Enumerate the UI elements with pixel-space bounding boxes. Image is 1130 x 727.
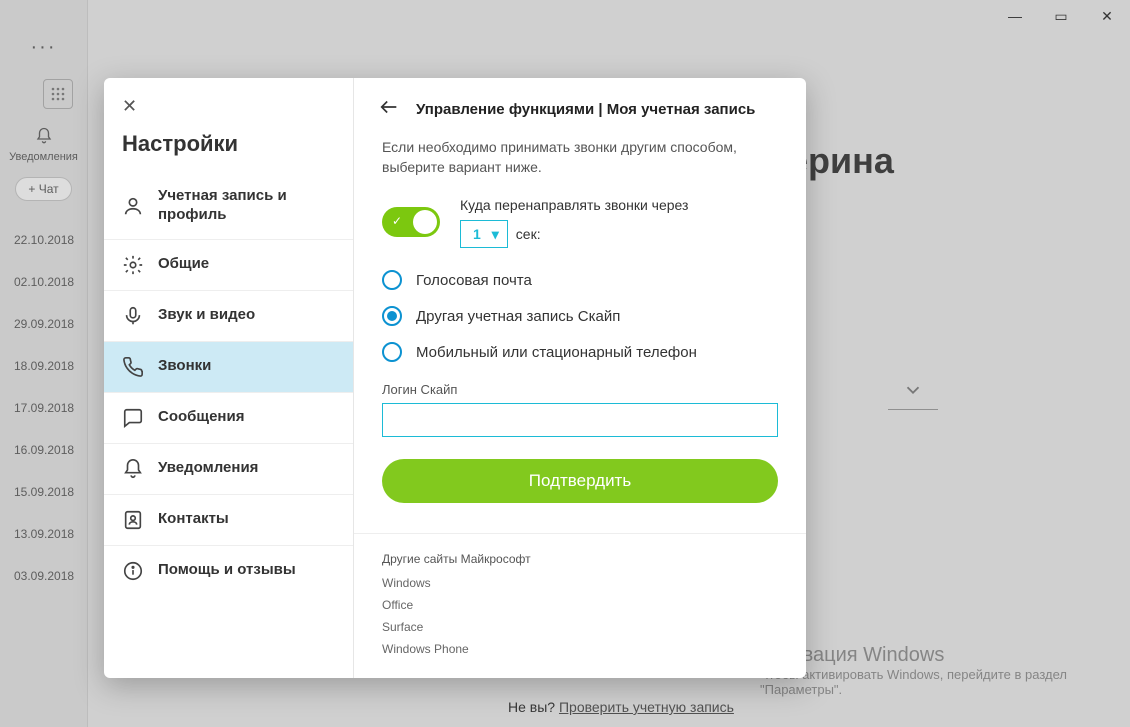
microsoft-links-section: Другие сайты Майкрософт Windows Office S… xyxy=(354,533,806,664)
window-close-button[interactable]: ✕ xyxy=(1084,0,1130,32)
microphone-icon xyxy=(122,305,144,327)
contacts-icon xyxy=(122,509,144,531)
radio-label: Голосовая почта xyxy=(416,272,532,289)
bell-icon xyxy=(122,458,144,480)
nav-item-calling[interactable]: Звонки xyxy=(104,342,353,393)
nav-item-general[interactable]: Общие xyxy=(104,240,353,291)
radio-phone[interactable]: Мобильный или стационарный телефон xyxy=(382,342,778,362)
nav-item-messaging[interactable]: Сообщения xyxy=(104,393,353,444)
radio-voicemail[interactable]: Голосовая почта xyxy=(382,270,778,290)
ms-links-heading: Другие сайты Майкрософт xyxy=(382,552,778,566)
skype-login-label: Логин Скайп xyxy=(382,382,778,397)
radio-icon xyxy=(382,270,402,290)
radio-other-skype[interactable]: Другая учетная запись Скайп xyxy=(382,306,778,326)
window-titlebar: ― ▭ ✕ xyxy=(992,0,1130,32)
nav-label: Сообщения xyxy=(158,408,244,427)
seconds-suffix: сек: xyxy=(516,226,541,242)
nav-item-notifications[interactable]: Уведомления xyxy=(104,444,353,495)
nav-item-audio-video[interactable]: Звук и видео xyxy=(104,291,353,342)
close-icon[interactable]: ✕ xyxy=(122,96,137,116)
nav-label: Звонки xyxy=(158,357,211,376)
forward-label: Куда перенаправлять звонки через xyxy=(460,196,688,215)
nav-item-help[interactable]: Помощь и отзывы xyxy=(104,546,353,596)
back-arrow-icon[interactable] xyxy=(378,96,400,123)
nav-label: Общие xyxy=(158,255,209,274)
instruction-text: Если необходимо принимать звонки другим … xyxy=(382,137,778,178)
radio-label: Мобильный или стационарный телефон xyxy=(416,344,697,361)
nav-label: Учетная запись и профиль xyxy=(158,187,335,225)
settings-heading: Настройки xyxy=(104,123,353,173)
ms-link[interactable]: Windows Phone xyxy=(382,642,778,656)
nav-label: Уведомления xyxy=(158,459,258,478)
settings-modal: ✕ Настройки Учетная запись и профиль Общ… xyxy=(104,78,806,678)
forward-target-radio-group: Голосовая почта Другая учетная запись Ск… xyxy=(382,270,778,362)
info-icon xyxy=(122,560,144,582)
seconds-select[interactable]: 1 xyxy=(460,220,508,248)
skype-login-input[interactable] xyxy=(382,403,778,437)
window-minimize-button[interactable]: ― xyxy=(992,0,1038,32)
radio-icon xyxy=(382,306,402,326)
nav-label: Контакты xyxy=(158,510,229,529)
nav-item-account[interactable]: Учетная запись и профиль xyxy=(104,173,353,240)
confirm-button[interactable]: Подтвердить xyxy=(382,459,778,503)
radio-icon xyxy=(382,342,402,362)
settings-nav: ✕ Настройки Учетная запись и профиль Общ… xyxy=(104,78,354,678)
radio-label: Другая учетная запись Скайп xyxy=(416,308,620,325)
window-maximize-button[interactable]: ▭ xyxy=(1038,0,1084,32)
user-icon xyxy=(122,195,144,217)
ms-link[interactable]: Surface xyxy=(382,620,778,634)
content-title: Управление функциями | Моя учетная запис… xyxy=(416,101,755,118)
chat-icon xyxy=(122,407,144,429)
nav-label: Помощь и отзывы xyxy=(158,561,296,580)
gear-icon xyxy=(122,254,144,276)
phone-icon xyxy=(122,356,144,378)
call-forward-toggle[interactable]: ✓ xyxy=(382,207,440,237)
nav-label: Звук и видео xyxy=(158,306,255,325)
ms-link[interactable]: Office xyxy=(382,598,778,612)
settings-content: Управление функциями | Моя учетная запис… xyxy=(354,78,806,678)
nav-item-contacts[interactable]: Контакты xyxy=(104,495,353,546)
ms-link[interactable]: Windows xyxy=(382,576,778,590)
